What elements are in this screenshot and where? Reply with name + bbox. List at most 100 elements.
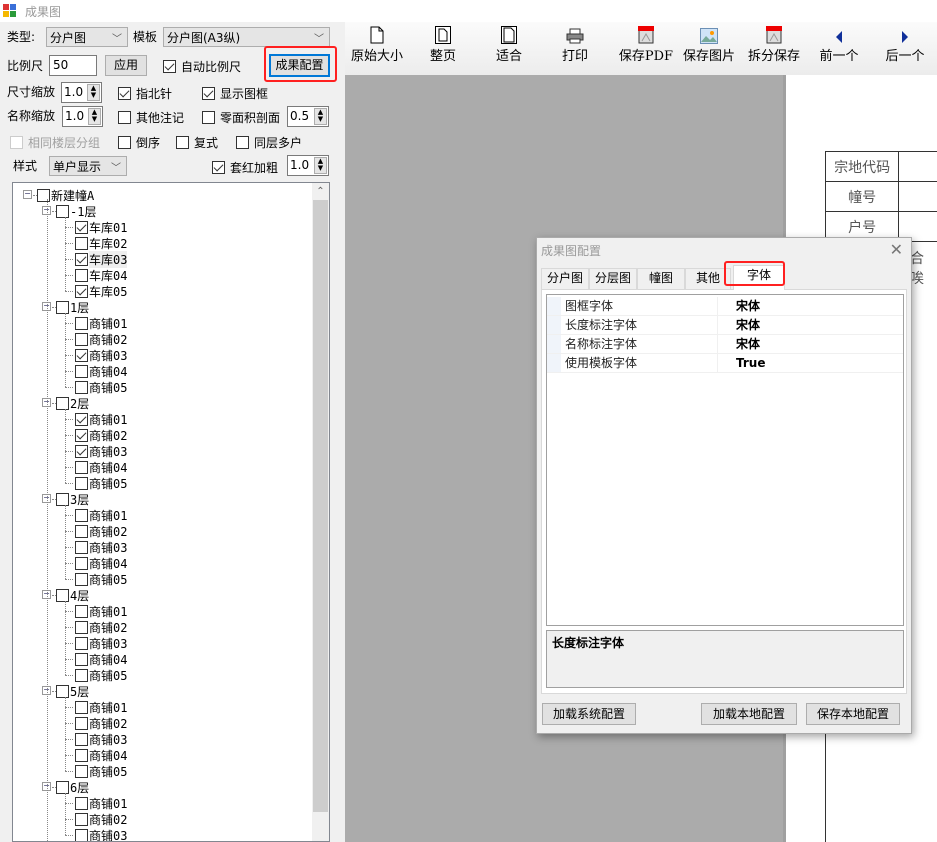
duplex-checkbox[interactable]: 复式 [176,134,218,151]
style-select[interactable]: 单户显示 ﹀ [49,156,127,176]
tree-node-unit[interactable]: 商铺02 [75,427,127,443]
save-local-config-button[interactable]: 保存本地配置 [806,703,900,725]
tree-node-floor[interactable]: 2层 [56,395,89,411]
tree-node-unit[interactable]: 商铺05 [75,379,127,395]
reverse-order-checkbox[interactable]: 倒序 [118,134,160,151]
property-value[interactable]: 宋体 [718,335,903,353]
checkbox-icon[interactable] [75,524,88,538]
checkbox-icon[interactable] [56,492,69,506]
property-row[interactable]: 长度标注字体 宋体 [547,316,903,335]
checkbox-icon[interactable] [75,636,88,650]
checkbox-icon[interactable] [75,604,88,618]
checkbox-icon[interactable] [75,412,88,426]
toolbar-button-1[interactable]: 整页 [415,22,471,75]
checkbox-icon[interactable] [75,700,88,714]
checkbox-icon[interactable] [75,764,88,778]
checkbox-icon[interactable] [75,540,88,554]
checkbox-icon[interactable] [75,220,88,234]
load-system-config-button[interactable]: 加载系统配置 [542,703,636,725]
scroll-up-icon[interactable]: ⌃ [312,183,329,200]
close-icon[interactable]: ✕ [890,240,903,259]
type-select[interactable]: 分户图 ﹀ [46,27,128,47]
checkbox-icon[interactable] [75,428,88,442]
checkbox-icon[interactable] [56,684,69,698]
property-value[interactable]: 宋体 [718,297,903,315]
tree-node-unit[interactable]: 车库03 [75,250,128,268]
name-zoom-spinner[interactable]: 1.0 ▲ ▼ [62,106,103,127]
checkbox-icon[interactable] [75,620,88,634]
checkbox-icon[interactable] [56,780,69,794]
checkbox-icon[interactable] [75,236,88,250]
tree-node-unit[interactable]: 商铺04 [75,651,127,667]
result-config-button[interactable]: 成果配置 [269,54,330,77]
tree-node-unit[interactable]: 商铺03 [75,827,127,841]
checkbox-icon[interactable] [75,812,88,826]
same-floor-group-checkbox[interactable]: 相同楼层分组 [10,134,100,151]
checkbox-icon[interactable] [75,444,88,458]
tree-node-unit[interactable]: 商铺05 [75,667,127,683]
tree-node-unit[interactable]: 商铺03 [75,443,127,459]
dialog-tab[interactable]: 幢图 [637,268,685,289]
tree-node-unit[interactable]: 商铺01 [75,795,127,811]
checkbox-icon[interactable] [75,460,88,474]
tree-node-unit[interactable]: 商铺02 [75,811,127,827]
tree-node-unit[interactable]: 商铺03 [75,347,127,363]
checkbox-icon[interactable] [75,828,88,841]
checkbox-icon[interactable] [75,716,88,730]
checkbox-icon[interactable] [75,316,88,330]
tree-node-unit[interactable]: 商铺01 [75,603,127,619]
spin-arrows-icon[interactable]: ▲ ▼ [87,84,100,101]
tree-node-unit[interactable]: 商铺03 [75,635,127,651]
toolbar-button-4[interactable]: 保存PDF [613,22,679,75]
auto-scale-checkbox[interactable]: 自动比例尺 [163,58,241,75]
checkbox-icon[interactable] [75,268,88,282]
load-local-config-button[interactable]: 加载本地配置 [701,703,797,725]
spin-arrows-icon[interactable]: ▲ ▼ [314,157,327,174]
zero-area-section-checkbox[interactable]: 零面积剖面 [202,109,280,126]
spin-arrows-icon[interactable]: ▲ ▼ [88,108,101,125]
property-row[interactable]: 图框字体 宋体 [547,297,903,316]
checkbox-icon[interactable] [75,332,88,346]
checkbox-icon[interactable] [75,348,88,362]
template-select[interactable]: 分户图(A3纵) ﹀ [163,27,330,47]
checkbox-icon[interactable] [56,396,69,410]
floor-tree[interactable]: ⌃ − 新建幢A − -1层 车库01 车库02 车库03 车库04 车库05−1层 商铺01 商铺… [12,182,330,842]
tree-node-unit[interactable]: 商铺01 [75,507,127,523]
property-row[interactable]: 使用模板字体 True [547,354,903,373]
tree-node-unit[interactable]: 商铺02 [75,715,127,731]
same-floor-multi-checkbox[interactable]: 同层多户 [236,134,302,151]
checkbox-icon[interactable] [75,572,88,586]
tree-node-unit[interactable]: 商铺03 [75,539,127,555]
tree-node-unit[interactable]: 车库01 [75,219,127,235]
tree-node-unit[interactable]: 商铺01 [75,699,127,715]
toolbar-button-7[interactable]: 前一个 [813,22,865,75]
checkbox-icon[interactable] [75,364,88,378]
checkbox-icon[interactable] [56,300,69,314]
checkbox-icon[interactable] [75,796,88,810]
tree-node-floor[interactable]: 1层 [56,299,89,315]
north-arrow-checkbox[interactable]: 指北针 [118,85,172,102]
checkbox-icon[interactable] [75,668,88,682]
show-frame-checkbox[interactable]: 显示图框 [202,85,268,102]
tree-node-unit[interactable]: 商铺04 [75,459,127,475]
apply-button[interactable]: 应用 [105,55,147,76]
checkbox-icon[interactable] [75,508,88,522]
property-grid[interactable]: 图框字体 宋体 长度标注字体 宋体 名称标注字体 宋体 使用模板字体 True [546,294,904,626]
dialog-tab[interactable]: 分层图 [589,268,637,289]
tree-node-unit[interactable]: 商铺05 [75,763,127,779]
red-bold-spinner[interactable]: 1.0 ▲ ▼ [287,155,329,176]
toolbar-button-8[interactable]: 后一个 [880,22,930,75]
property-row[interactable]: 名称标注字体 宋体 [547,335,903,354]
checkbox-icon[interactable] [75,476,88,490]
toolbar-button-5[interactable]: 保存图片 [678,22,740,75]
red-bold-checkbox[interactable]: 套红加粗 [212,159,278,176]
scroll-thumb[interactable] [313,200,328,812]
dialog-tab[interactable]: 分户图 [541,268,589,289]
size-zoom-spinner[interactable]: 1.0 ▲ ▼ [61,82,102,103]
tree-node-unit[interactable]: 商铺01 [75,315,127,331]
zero-area-spinner[interactable]: 0.5 ▲ ▼ [287,106,329,127]
checkbox-icon[interactable] [37,188,50,202]
tree-node-unit[interactable]: 商铺03 [75,731,127,747]
checkbox-icon[interactable] [56,204,69,218]
tree-node-unit[interactable]: 商铺02 [75,331,127,347]
